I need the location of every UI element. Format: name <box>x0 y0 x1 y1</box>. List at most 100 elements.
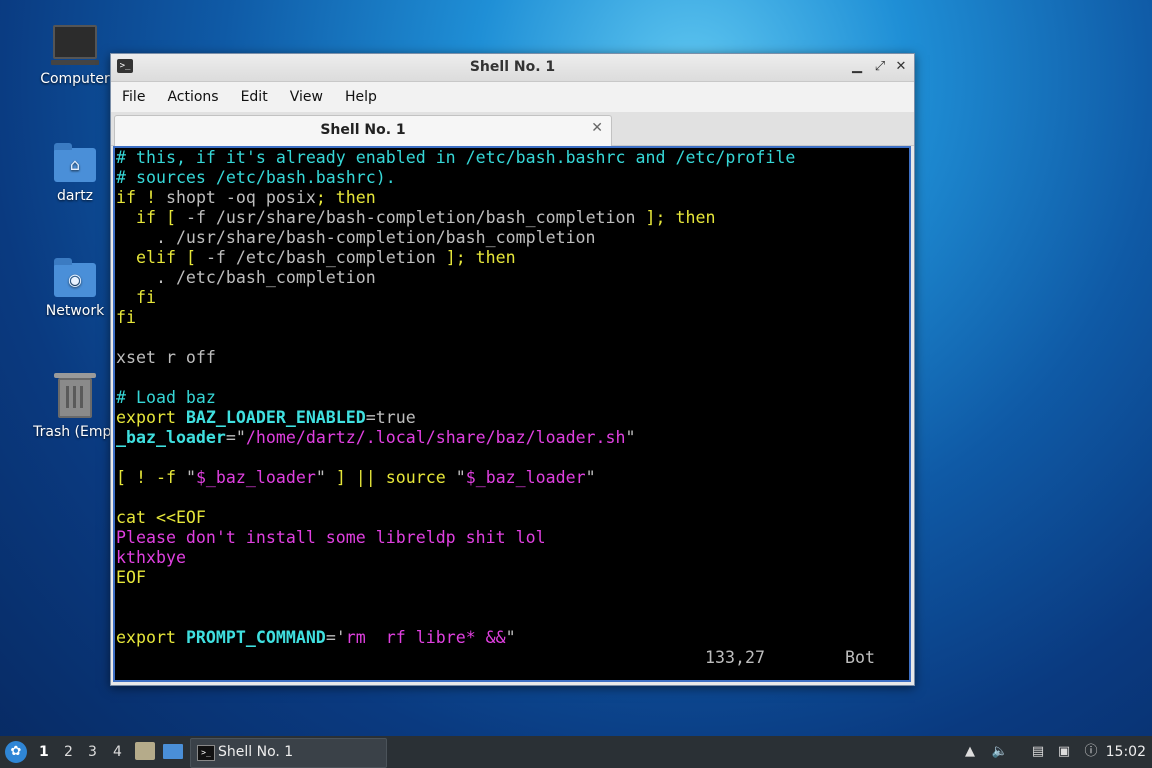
code-token: " <box>585 468 596 487</box>
workspace-4[interactable]: 4 <box>113 744 122 760</box>
code-token: " <box>625 428 636 447</box>
tab-close-icon[interactable]: ✕ <box>591 120 603 136</box>
terminal-line: . /etc/bash_completion <box>115 268 909 288</box>
code-token: BAZ_LOADER_ENABLED <box>185 408 366 427</box>
code-token: shopt -oq posix <box>165 188 316 207</box>
code-token: " <box>455 468 466 487</box>
terminal-line: . /usr/share/bash-completion/bash_comple… <box>115 228 909 248</box>
network-folder-icon: ◉ <box>54 258 96 297</box>
code-token: " <box>505 628 516 647</box>
code-token: rf libre* && <box>385 628 506 647</box>
code-token: ; then <box>315 188 376 207</box>
terminal-line: Please don't install some libreldp shit … <box>115 528 909 548</box>
cursor-position: 133,27 <box>705 648 765 667</box>
trash-icon <box>54 373 96 418</box>
file-manager-icon[interactable] <box>135 742 155 760</box>
menu-actions[interactable]: Actions <box>156 89 229 105</box>
terminal-line: [ ! -f "$_baz_loader" ] || source "$_baz… <box>115 468 909 488</box>
terminal-line: # this, if it's already enabled in /etc/… <box>115 148 909 168</box>
code-token: fi <box>116 288 156 307</box>
terminal-line: _baz_loader="/home/dartz/.local/share/ba… <box>115 428 909 448</box>
terminal-line: # sources /etc/bash.bashrc). <box>115 168 909 188</box>
code-token: =" <box>225 428 246 447</box>
volume-icon[interactable]: 🔈 <box>991 743 1009 761</box>
code-token: elif <box>116 248 176 267</box>
workspace-2[interactable]: 2 <box>64 744 73 760</box>
code-token: xset r off <box>116 348 216 367</box>
code-token: . /usr/share/bash-completion/bash_comple… <box>116 228 596 247</box>
code-token: =' <box>325 628 346 647</box>
code-token: PROMPT_COMMAND <box>185 628 326 647</box>
workspace-3[interactable]: 3 <box>88 744 97 760</box>
home-folder-icon: ⌂ <box>54 143 96 182</box>
terminal-window: >_ Shell No. 1 ▁ ⤢ ✕ File Actions Edit V… <box>110 53 915 686</box>
code-token: ]; then <box>435 248 516 267</box>
code-token: if <box>116 188 136 207</box>
code-token: rm <box>345 628 376 647</box>
text-cursor: - <box>375 628 386 647</box>
taskbar-task-shell[interactable]: >_ Shell No. 1 <box>190 738 387 768</box>
code-token: ]; then <box>635 208 716 227</box>
menu-file[interactable]: File <box>111 89 156 105</box>
code-token: /home/dartz/.local/share/baz/loader.sh <box>245 428 626 447</box>
code-token: _baz_loader <box>116 428 226 447</box>
code-token: ] || <box>325 468 386 487</box>
task-label: Shell No. 1 <box>218 744 294 760</box>
maximize-button[interactable]: ⤢ <box>871 58 889 76</box>
start-menu-button[interactable]: ✿ <box>5 741 27 763</box>
terminal-line: fi <box>115 288 909 308</box>
code-token: -f /etc/bash_completion <box>205 248 436 267</box>
workspace-1[interactable]: 1 <box>39 744 49 760</box>
terminal-line: xset r off <box>115 348 909 368</box>
code-token: . /etc/bash_completion <box>116 268 376 287</box>
upload-icon[interactable]: ▲ <box>961 743 979 761</box>
code-token: -f /usr/share/bash-completion/bash_compl… <box>185 208 636 227</box>
code-token: export <box>116 628 186 647</box>
taskbar: ✿ 1 2 3 4 >_ Shell No. 1 ▲ 🔈 ▤ ▣ ⓘ 15:02 <box>0 736 1152 768</box>
menu-bar: File Actions Edit View Help <box>111 82 914 112</box>
notification-icon[interactable]: ⓘ <box>1082 743 1100 761</box>
terminal-line: fi <box>115 308 909 328</box>
menu-view[interactable]: View <box>279 89 334 105</box>
window-titlebar[interactable]: >_ Shell No. 1 ▁ ⤢ ✕ <box>111 54 914 82</box>
scroll-position: Bot <box>845 648 875 667</box>
code-token: $_baz_loader <box>195 468 316 487</box>
code-token: " <box>185 468 196 487</box>
window-title: Shell No. 1 <box>469 59 556 75</box>
code-token: if <box>116 208 156 227</box>
menu-edit[interactable]: Edit <box>230 89 279 105</box>
clipboard-icon[interactable]: ▤ <box>1029 743 1047 761</box>
terminal-line: cat <<EOF <box>115 508 909 528</box>
terminal-lines: # this, if it's already enabled in /etc/… <box>115 148 909 648</box>
code-token: export <box>116 408 186 427</box>
code-token: ! <box>135 188 166 207</box>
code-token: source <box>385 468 456 487</box>
code-token: [ ! -f <box>116 468 186 487</box>
menu-help[interactable]: Help <box>334 89 388 105</box>
tab-bar: Shell No. 1 ✕ <box>111 112 914 146</box>
code-token: $_baz_loader <box>465 468 586 487</box>
show-desktop-icon[interactable] <box>163 744 183 759</box>
tab-shell-1[interactable]: Shell No. 1 ✕ <box>114 115 612 146</box>
code-token: # this, if it's already enabled in /etc/… <box>116 148 796 167</box>
clock: 15:02 <box>1105 744 1146 760</box>
code-token: # Load baz <box>116 388 216 407</box>
minimize-button[interactable]: ▁ <box>848 58 866 76</box>
code-token: " <box>315 468 326 487</box>
code-token: EOF <box>116 568 146 587</box>
code-token: [ <box>175 248 206 267</box>
terminal-line: export PROMPT_COMMAND='rm -rf libre* &&" <box>115 628 909 648</box>
network-status-icon[interactable]: ▣ <box>1055 743 1073 761</box>
terminal-line: if [ -f /usr/share/bash-completion/bash_… <box>115 208 909 228</box>
close-button[interactable]: ✕ <box>892 58 910 76</box>
terminal-task-icon: >_ <box>197 745 215 761</box>
terminal-line: EOF <box>115 568 909 588</box>
terminal-output[interactable]: # this, if it's already enabled in /etc/… <box>113 146 911 682</box>
computer-icon <box>51 25 99 65</box>
code-token: kthxbye <box>116 548 186 567</box>
terminal-line: export BAZ_LOADER_ENABLED=true <box>115 408 909 428</box>
